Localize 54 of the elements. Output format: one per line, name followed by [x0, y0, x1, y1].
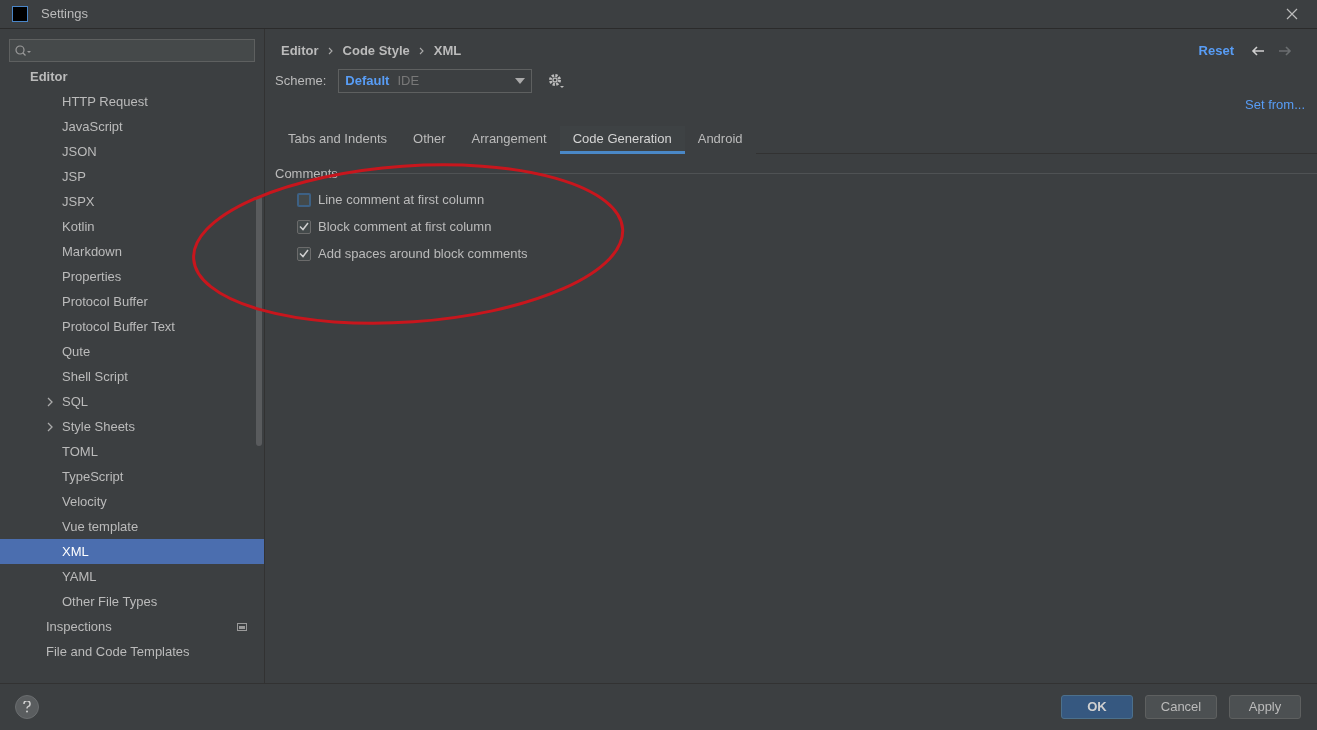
sidebar-item[interactable]: Other File Types [0, 589, 264, 614]
sidebar-item[interactable]: Inspections [0, 614, 264, 639]
sidebar-item[interactable]: TypeScript [0, 464, 264, 489]
dialog-button[interactable]: Cancel [1145, 695, 1217, 719]
scrollbar-thumb[interactable] [256, 196, 262, 446]
checkbox-label[interactable]: Block comment at first column [318, 216, 492, 237]
sidebar-item[interactable]: Velocity [0, 489, 264, 514]
sidebar-item[interactable]: Vue template [0, 514, 264, 539]
scheme-label: Scheme: [275, 72, 327, 91]
sidebar-item[interactable]: Markdown [0, 239, 264, 264]
checkbox[interactable] [297, 192, 311, 207]
sidebar-item[interactable]: TOML [0, 439, 264, 464]
sidebar-item[interactable]: Properties [0, 264, 264, 289]
sidebar-item[interactable]: Qute [0, 339, 264, 364]
sidebar-item[interactable]: Protocol Buffer Text [0, 314, 264, 339]
gear-icon[interactable] [547, 72, 566, 90]
sidebar-item[interactable]: JavaScript [0, 114, 264, 139]
sidebar-item[interactable]: YAML [0, 564, 264, 589]
project-scope-icon [237, 622, 247, 631]
sidebar-item[interactable]: XML [0, 539, 264, 564]
back-arrow-icon[interactable] [1251, 45, 1265, 57]
checkbox-label[interactable]: Line comment at first column [318, 189, 485, 210]
set-from-link[interactable]: Set from... [1245, 97, 1305, 113]
sidebar-item[interactable]: Style Sheets [0, 414, 264, 439]
chevron-icon [327, 47, 334, 55]
checkbox-label[interactable]: Add spaces around block comments [318, 243, 528, 264]
breadcrumb-item[interactable]: Editor [281, 41, 319, 61]
window-title: Settings [41, 5, 88, 24]
dropdown-arrow-icon [515, 78, 526, 84]
sidebar-item[interactable]: Shell Script [0, 364, 264, 389]
dialog-button[interactable]: Apply [1229, 695, 1301, 719]
search-icon [15, 44, 31, 57]
chevron-icon [418, 47, 425, 55]
sidebar-item[interactable]: SQL [0, 389, 264, 414]
sidebar-section-title[interactable]: Editor [30, 67, 68, 87]
breadcrumb-item[interactable]: XML [433, 41, 462, 61]
search-field[interactable] [9, 39, 255, 62]
question-mark-icon [23, 701, 31, 713]
sidebar-item[interactable]: HTTP Request [0, 89, 264, 114]
sidebar-item[interactable]: Kotlin [0, 214, 264, 239]
sidebar-item[interactable]: JSON [0, 139, 264, 164]
sidebar-item[interactable]: File and Code Templates [0, 639, 264, 664]
scheme-dropdown[interactable]: Default IDE [338, 69, 533, 93]
sidebar-item[interactable]: JSPX [0, 189, 264, 214]
checkbox[interactable] [297, 219, 311, 234]
reset-link[interactable]: Reset [1198, 41, 1234, 61]
close-icon[interactable] [1286, 8, 1298, 20]
sidebar-item[interactable]: JSP [0, 164, 264, 189]
dialog-button[interactable]: OK [1061, 695, 1133, 719]
checkbox[interactable] [297, 246, 311, 261]
breadcrumb-item[interactable]: Code Style [342, 41, 410, 61]
sidebar-item[interactable]: Protocol Buffer [0, 289, 264, 314]
app-logo-icon [12, 6, 28, 22]
help-button[interactable] [15, 695, 39, 719]
